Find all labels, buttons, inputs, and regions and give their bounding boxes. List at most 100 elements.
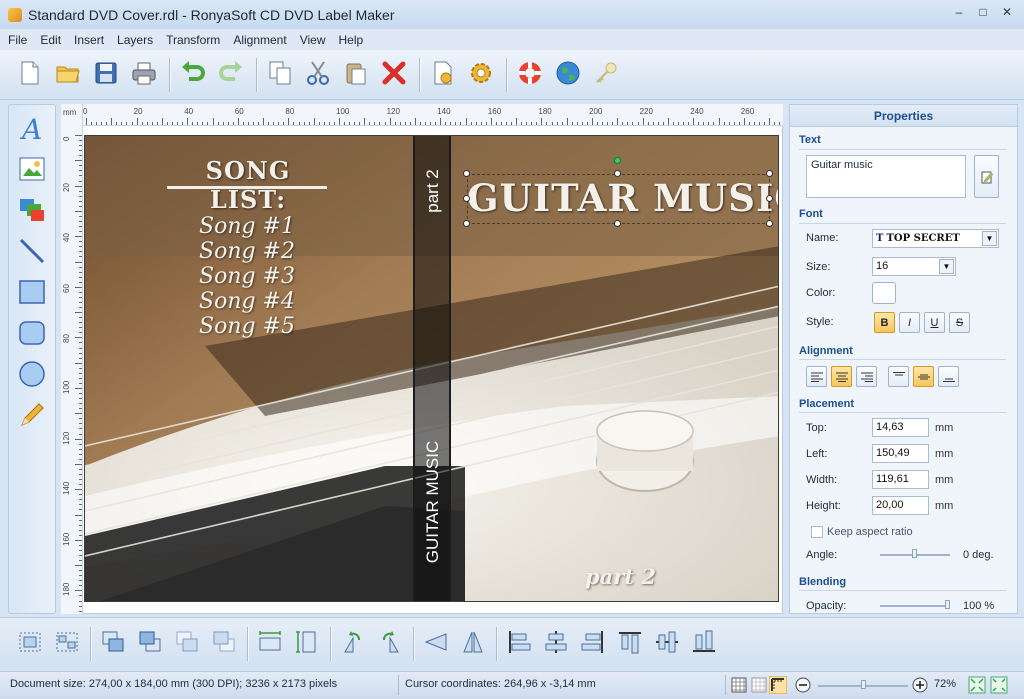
maximize-button[interactable]: □ — [972, 4, 994, 22]
document-settings-button[interactable] — [425, 57, 461, 93]
chevron-down-icon[interactable]: ▼ — [982, 231, 997, 246]
menu-insert[interactable]: Insert — [74, 33, 104, 47]
align-middle-button[interactable] — [649, 626, 685, 662]
valign-middle-button[interactable] — [913, 366, 934, 387]
save-button[interactable] — [88, 57, 124, 93]
chevron-down-icon[interactable]: ▼ — [939, 259, 954, 274]
align-text-right-button[interactable] — [856, 366, 877, 387]
menu-edit[interactable]: Edit — [40, 33, 61, 47]
valign-bottom-button[interactable] — [938, 366, 959, 387]
close-button[interactable]: ✕ — [996, 4, 1018, 22]
spine-part-label[interactable]: part 2 — [423, 169, 443, 212]
new-document-button[interactable] — [12, 57, 48, 93]
options-gear-button[interactable] — [463, 57, 499, 93]
resize-handle[interactable] — [766, 195, 773, 202]
text-content-field[interactable]: Guitar music — [806, 155, 966, 198]
group-button[interactable] — [12, 626, 48, 662]
rectangle-tool-button[interactable] — [12, 273, 52, 313]
same-width-button[interactable] — [252, 626, 288, 662]
delete-button[interactable] — [376, 57, 412, 93]
send-backward-button[interactable] — [206, 626, 242, 662]
rotate-left-button[interactable] — [335, 626, 371, 662]
help-lifebuoy-button[interactable] — [512, 57, 548, 93]
grid-toggle-icon[interactable] — [731, 677, 747, 693]
left-input[interactable]: 150,49 — [872, 444, 929, 463]
same-height-button[interactable] — [289, 626, 325, 662]
fit-to-window-icon[interactable] — [968, 676, 986, 694]
align-center-button[interactable] — [538, 626, 574, 662]
ungroup-button[interactable] — [49, 626, 85, 662]
register-key-button[interactable] — [588, 57, 624, 93]
align-right-button[interactable] — [575, 626, 611, 662]
top-input[interactable]: 14,63 — [872, 418, 929, 437]
align-text-center-button[interactable] — [831, 366, 852, 387]
undo-button[interactable] — [175, 57, 211, 93]
menu-file[interactable]: File — [8, 33, 27, 47]
font-color-swatch[interactable] — [872, 282, 896, 304]
image-tool-button[interactable] — [12, 150, 52, 190]
underline-button[interactable]: U — [924, 312, 945, 333]
copy-button[interactable] — [262, 57, 298, 93]
align-left-button[interactable] — [501, 626, 537, 662]
snap-grid-icon[interactable] — [751, 677, 767, 693]
font-size-select[interactable]: 16 ▼ — [872, 257, 956, 276]
menu-help[interactable]: Help — [338, 33, 363, 47]
spine-title[interactable]: GUITAR MUSIC — [423, 441, 443, 563]
line-tool-button[interactable] — [12, 232, 52, 272]
cut-button[interactable] — [300, 57, 336, 93]
rotation-handle[interactable] — [614, 157, 621, 164]
zoom-out-icon[interactable] — [795, 677, 811, 693]
song-list-item[interactable]: Song #2 — [177, 239, 317, 264]
paste-button[interactable] — [338, 57, 374, 93]
resize-handle[interactable] — [463, 195, 470, 202]
angle-slider-thumb[interactable] — [912, 549, 917, 558]
strikethrough-button[interactable]: S — [949, 312, 970, 333]
send-to-back-button[interactable] — [132, 626, 168, 662]
menu-view[interactable]: View — [300, 33, 326, 47]
resize-handle[interactable] — [766, 170, 773, 177]
ellipse-tool-button[interactable] — [12, 355, 52, 395]
pencil-tool-button[interactable] — [12, 396, 52, 436]
bring-forward-button[interactable] — [169, 626, 205, 662]
song-list-item[interactable]: Song #1 — [177, 214, 317, 239]
align-text-left-button[interactable] — [806, 366, 827, 387]
zoom-in-icon[interactable] — [912, 677, 928, 693]
rulers-toggle-icon[interactable] — [769, 676, 787, 694]
flip-vertical-button[interactable] — [455, 626, 491, 662]
height-input[interactable]: 20,00 — [872, 496, 929, 515]
flip-horizontal-button[interactable] — [418, 626, 454, 662]
actual-size-icon[interactable] — [990, 676, 1008, 694]
open-folder-button[interactable] — [50, 57, 86, 93]
keep-aspect-checkbox[interactable] — [811, 526, 823, 538]
align-bottom-button[interactable] — [686, 626, 722, 662]
align-top-button[interactable] — [612, 626, 648, 662]
rounded-rectangle-tool-button[interactable] — [12, 314, 52, 354]
part-label-text[interactable]: part 2 — [585, 564, 656, 589]
text-tool-button[interactable]: A — [12, 109, 52, 149]
song-list-item[interactable]: Song #3 — [177, 264, 317, 289]
menu-transform[interactable]: Transform — [166, 33, 220, 47]
print-button[interactable] — [126, 57, 162, 93]
cover-canvas[interactable]: SONG LIST: Song #1 Song #2 Song #3 Song … — [84, 135, 779, 602]
resize-handle[interactable] — [614, 220, 621, 227]
edit-text-button[interactable] — [974, 155, 999, 198]
resize-handle[interactable] — [463, 220, 470, 227]
zoom-slider-thumb[interactable] — [861, 680, 866, 689]
song-list-item[interactable]: Song #5 — [177, 314, 317, 339]
opacity-slider-thumb[interactable] — [945, 600, 950, 609]
font-name-select[interactable]: T TOP SECRET ▼ — [872, 229, 999, 248]
resize-handle[interactable] — [766, 220, 773, 227]
bring-to-front-button[interactable] — [95, 626, 131, 662]
song-list-title[interactable]: SONG LIST: — [168, 156, 328, 214]
minimize-button[interactable]: – — [948, 4, 970, 22]
valign-top-button[interactable] — [888, 366, 909, 387]
redo-button[interactable] — [213, 57, 249, 93]
italic-button[interactable]: I — [899, 312, 920, 333]
bold-button[interactable]: B — [874, 312, 895, 333]
resize-handle[interactable] — [463, 170, 470, 177]
rotate-right-button[interactable] — [372, 626, 408, 662]
song-list-item[interactable]: Song #4 — [177, 289, 317, 314]
width-input[interactable]: 119,61 — [872, 470, 929, 489]
web-globe-button[interactable] — [550, 57, 586, 93]
layers-tool-button[interactable] — [12, 191, 52, 231]
